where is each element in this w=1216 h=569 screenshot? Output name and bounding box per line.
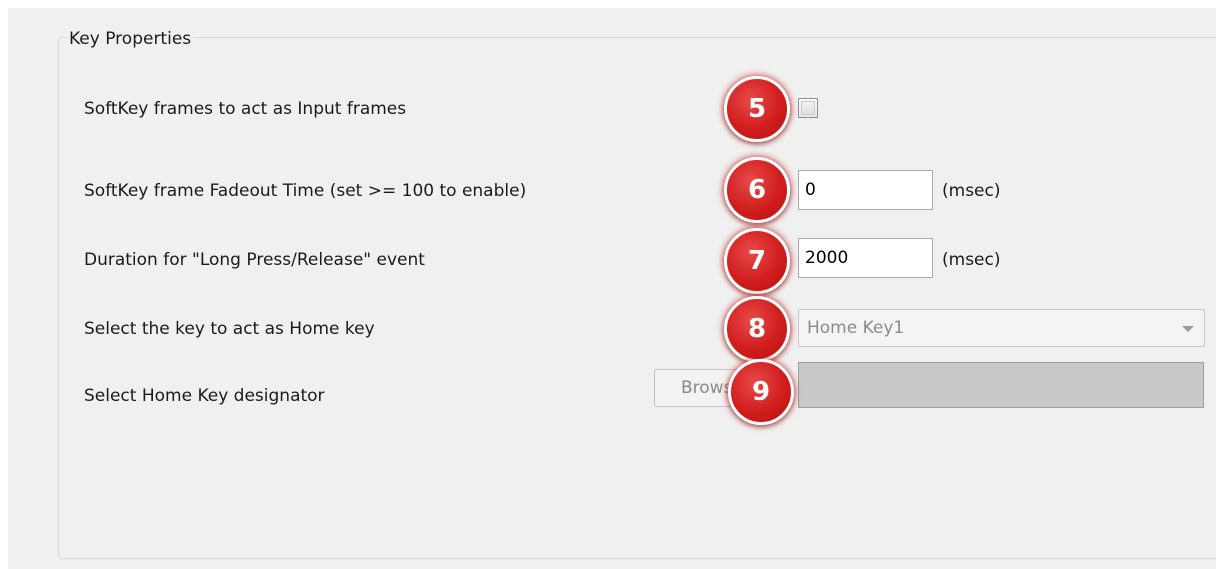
- designator-preview-box[interactable]: [798, 362, 1204, 408]
- fadeout-time-input[interactable]: [798, 170, 933, 210]
- callout-badge-5: 5: [724, 76, 790, 142]
- callout-badge-6: 6: [724, 157, 790, 223]
- long-press-duration-input[interactable]: [798, 238, 933, 278]
- long-press-unit: (msec): [942, 250, 1001, 270]
- callout-badge-9: 9: [728, 359, 794, 425]
- key-properties-panel: Key Properties SoftKey frames to act as …: [0, 0, 1216, 569]
- home-key-label: Select the key to act as Home key: [84, 319, 375, 339]
- home-key-selected-value: Home Key1: [807, 318, 905, 338]
- home-key-dropdown[interactable]: Home Key1: [798, 309, 1205, 347]
- designator-label: Select Home Key designator: [84, 386, 325, 406]
- input-frames-label: SoftKey frames to act as Input frames: [84, 99, 407, 119]
- groupbox-title: Key Properties: [67, 29, 194, 49]
- fadeout-time-unit: (msec): [942, 181, 1001, 201]
- long-press-label: Duration for "Long Press/Release" event: [84, 250, 425, 270]
- chevron-down-icon: [1182, 326, 1194, 332]
- input-frames-checkbox[interactable]: [798, 98, 818, 118]
- callout-badge-8: 8: [724, 296, 790, 362]
- callout-badge-7: 7: [724, 228, 790, 294]
- fadeout-time-label: SoftKey frame Fadeout Time (set >= 100 t…: [84, 181, 527, 201]
